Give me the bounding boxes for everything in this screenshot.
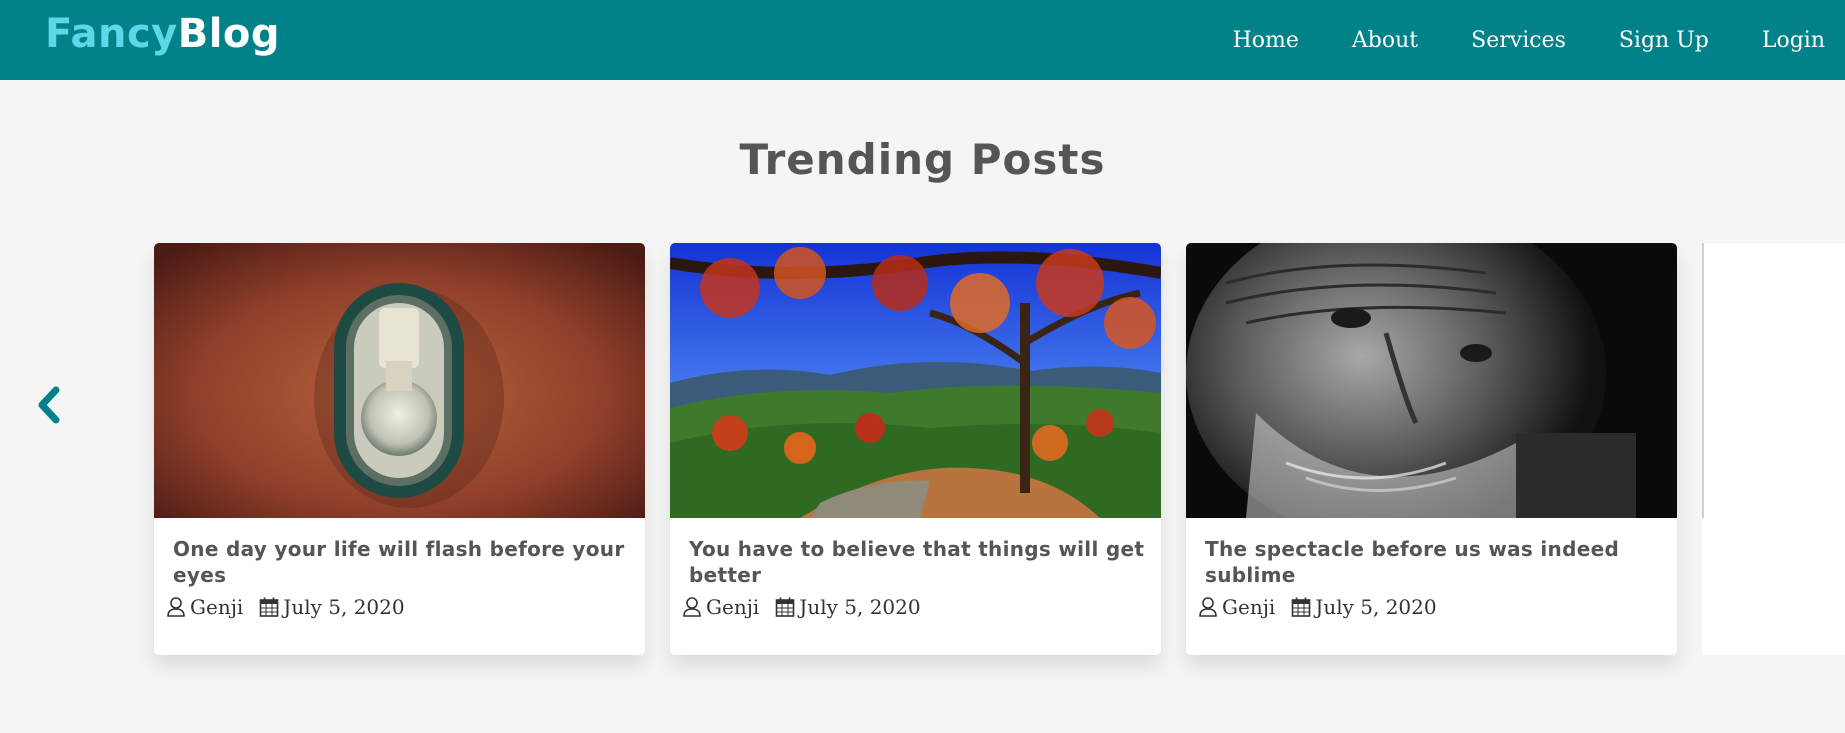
nav-login[interactable]: Login — [1762, 28, 1825, 53]
user-icon — [1198, 596, 1218, 618]
post-date: July 5, 2020 — [1315, 595, 1437, 619]
post-date: July 5, 2020 — [283, 595, 405, 619]
post-meta: Genji July 5, 2020 — [682, 595, 921, 619]
post-meta: Genji July 5, 2020 — [166, 595, 405, 619]
post-title[interactable]: The spectacle before us was indeed subli… — [1205, 536, 1665, 588]
post-card-partial[interactable] — [1702, 243, 1845, 655]
post-author[interactable]: Genji — [1222, 595, 1275, 619]
logo[interactable]: FancyBlog — [45, 8, 280, 60]
post-meta: Genji July 5, 2020 — [1198, 595, 1437, 619]
section-title: Trending Posts — [739, 135, 1106, 184]
nav-home[interactable]: Home — [1233, 28, 1299, 53]
calendar-icon — [259, 596, 279, 618]
logo-blog-text: Blog — [177, 11, 281, 57]
user-icon — [166, 596, 186, 618]
post-card[interactable]: One day your life will flash before your… — [154, 243, 645, 655]
post-author[interactable]: Genji — [190, 595, 243, 619]
calendar-icon — [1291, 596, 1311, 618]
logo-fancy-text: Fancy — [45, 11, 178, 57]
nav-links: Home About Services Sign Up Login — [1233, 0, 1845, 80]
nav-services[interactable]: Services — [1471, 28, 1566, 53]
calendar-icon — [775, 596, 795, 618]
nav-sign-up[interactable]: Sign Up — [1619, 28, 1709, 53]
chevron-left-icon[interactable] — [30, 380, 70, 430]
light-bulb-on-wall-photo[interactable] — [154, 243, 645, 518]
post-author[interactable]: Genji — [706, 595, 759, 619]
post-card[interactable]: The spectacle before us was indeed subli… — [1186, 243, 1677, 655]
post-card[interactable]: You have to believe that things will get… — [670, 243, 1161, 655]
post-title[interactable]: One day your life will flash before your… — [173, 536, 633, 588]
old-man-portrait-photo[interactable] — [1186, 243, 1677, 518]
post-title[interactable]: You have to believe that things will get… — [689, 536, 1149, 588]
user-icon — [682, 596, 702, 618]
autumn-tree-landscape-photo[interactable] — [670, 243, 1161, 518]
navbar: FancyBlog Home About Services Sign Up Lo… — [0, 0, 1845, 80]
card-edge — [1702, 243, 1704, 518]
post-date: July 5, 2020 — [799, 595, 921, 619]
nav-about[interactable]: About — [1352, 28, 1418, 53]
